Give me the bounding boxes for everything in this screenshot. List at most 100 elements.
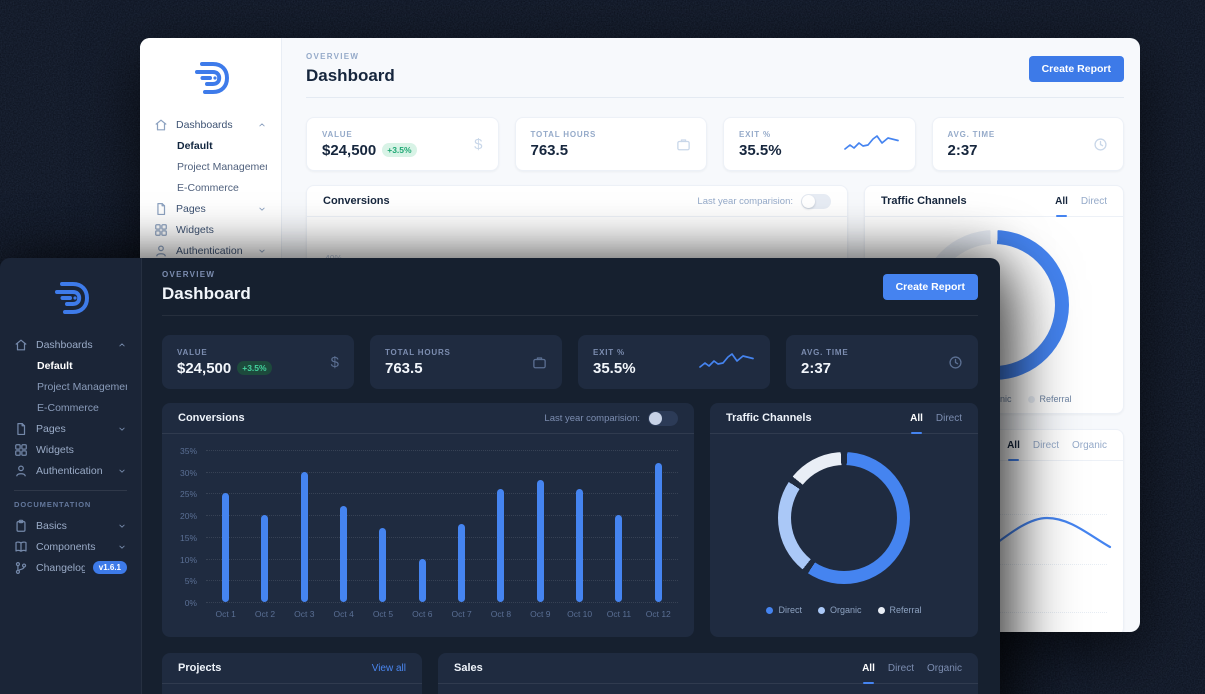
bar-slot	[285, 450, 324, 602]
bars-row	[206, 450, 678, 602]
sidebar-item-label: Pages	[36, 423, 109, 435]
stat-label: AVG. TIME	[948, 130, 996, 139]
sidebar-item-default[interactable]: Default	[140, 135, 281, 156]
toggle-knob	[802, 195, 815, 208]
sidebar-item-label: Basics	[36, 520, 109, 532]
bar-slot	[324, 450, 363, 602]
tab-direct[interactable]: Direct	[888, 653, 914, 683]
stat-value-row: 35.5%	[593, 360, 636, 377]
donut-hole	[791, 465, 897, 571]
stat-text: EXIT %35.5%	[593, 348, 636, 377]
legend-item-organic: Organic	[818, 605, 862, 615]
sidebar-item-default[interactable]: Default	[0, 355, 141, 376]
bar-slot	[639, 450, 678, 602]
x-tick-label: Oct 6	[403, 609, 442, 619]
stat-card-total-hours: TOTAL HOURS763.5	[515, 117, 708, 171]
grid-icon	[14, 443, 28, 457]
sidebar-item-project-management[interactable]: Project Management	[0, 376, 141, 397]
chevron-up-icon	[117, 340, 127, 350]
sidebar-item-label: Authentication	[176, 245, 249, 257]
conversions-card: Conversions Last year comparision: 35%30…	[162, 403, 694, 637]
stat-text: EXIT %35.5%	[739, 130, 782, 159]
legend-dot	[818, 607, 825, 614]
sidebar-item-dashboards[interactable]: Dashboards	[0, 334, 141, 355]
page-eyebrow: OVERVIEW	[306, 52, 395, 61]
traffic-tabs: All Direct	[910, 403, 962, 433]
comparison-toggle-label: Last year comparision:	[697, 196, 793, 207]
sales-tabs: All Direct Organic	[862, 653, 962, 683]
header-divider	[306, 97, 1124, 98]
sidebar-item-pages[interactable]: Pages	[140, 198, 281, 219]
sidebar-item-label: Default	[177, 140, 267, 152]
bar-slot	[206, 450, 245, 602]
sidebar-item-pages[interactable]: Pages	[0, 418, 141, 439]
tab-direct[interactable]: Direct	[936, 403, 962, 433]
bar-slot	[560, 450, 599, 602]
stat-text: AVG. TIME 2:37	[948, 130, 996, 159]
x-tick-label: Oct 2	[245, 609, 284, 619]
tab-all[interactable]: All	[1007, 430, 1020, 460]
tab-direct[interactable]: Direct	[1033, 430, 1059, 460]
sidebar-item-e-commerce[interactable]: E-Commerce	[140, 177, 281, 198]
dollar-sign-icon: $	[331, 354, 339, 371]
tab-organic[interactable]: Organic	[1072, 430, 1107, 460]
tab-all[interactable]: All	[1055, 186, 1068, 216]
projects-title: Projects	[178, 662, 221, 674]
comparison-toggle[interactable]	[801, 194, 831, 209]
stat-value: 35.5%	[739, 142, 782, 159]
conversions-title: Conversions	[323, 195, 390, 207]
legend-label: Direct	[778, 605, 802, 615]
sidebar-item-project-management[interactable]: Project Management	[140, 156, 281, 177]
tab-all[interactable]: All	[862, 653, 875, 683]
gridline: 0%	[206, 602, 678, 603]
sidebar-item-authentication[interactable]: Authentication	[0, 460, 141, 481]
legend-item-referral: Referral	[878, 605, 922, 615]
stat-trend-badge: +3.5%	[237, 361, 271, 375]
stat-card-exit: EXIT %35.5%	[723, 117, 916, 171]
legend-label: Organic	[830, 605, 862, 615]
chevron-down-icon	[117, 424, 127, 434]
stat-label: AVG. TIME	[801, 348, 849, 357]
brand-logo	[0, 278, 141, 318]
tab-organic[interactable]: Organic	[927, 653, 962, 683]
tab-direct[interactable]: Direct	[1081, 186, 1107, 216]
sidebar-section-label: DOCUMENTATION	[14, 500, 127, 509]
stat-label: TOTAL HOURS	[385, 348, 451, 357]
sparkline-icon	[844, 134, 900, 154]
stat-card-value: VALUE$24,500+3.5%$	[306, 117, 499, 171]
sidebar-item-dashboards[interactable]: Dashboards	[140, 114, 281, 135]
chevron-down-icon	[257, 246, 267, 256]
tab-all[interactable]: All	[910, 403, 923, 433]
sidebar-item-widgets[interactable]: Widgets	[0, 439, 141, 460]
sidebar-item-label: Widgets	[176, 224, 267, 236]
chevron-up-icon	[257, 120, 267, 130]
sidebar-item-widgets[interactable]: Widgets	[140, 219, 281, 240]
comparison-toggle[interactable]	[648, 411, 678, 426]
stat-value: 35.5%	[593, 360, 636, 377]
y-tick-label: 15%	[180, 533, 197, 543]
sales-chart-top: 30%	[438, 684, 978, 694]
bar	[379, 528, 386, 602]
sidebar-item-components[interactable]: Components	[0, 536, 141, 557]
book-icon	[14, 540, 28, 554]
conversions-bar-chart: 35%30%25%20%15%10%5%0%Oct 1Oct 2Oct 3Oct…	[162, 450, 694, 619]
stat-value-row: 2:37	[948, 142, 996, 159]
sidebar-item-changelog[interactable]: Changelogv1.6.1	[0, 557, 141, 578]
view-all-link[interactable]: View all	[372, 663, 406, 674]
create-report-button[interactable]: Create Report	[883, 274, 978, 300]
stat-label: TOTAL HOURS	[531, 130, 597, 139]
traffic-channels-card: Traffic Channels All Direct Direct Organic…	[710, 403, 978, 637]
briefcase-icon	[532, 355, 547, 370]
sidebar-item-label: Changelog	[36, 562, 85, 574]
chevron-down-icon	[117, 466, 127, 476]
bar	[655, 463, 662, 602]
sidebar-item-label: Components	[36, 541, 109, 553]
sidebar-divider	[14, 490, 127, 491]
sidebar-item-basics[interactable]: Basics	[0, 515, 141, 536]
sidebar-item-e-commerce[interactable]: E-Commerce	[0, 397, 141, 418]
dark-sidebar-nav: DashboardsDefaultProject ManagementE-Com…	[0, 334, 141, 578]
create-report-button[interactable]: Create Report	[1029, 56, 1124, 82]
stat-value-row: 2:37	[801, 360, 849, 377]
traffic-channels-title: Traffic Channels	[726, 412, 812, 424]
stat-card-total-hours: TOTAL HOURS763.5	[370, 335, 562, 389]
